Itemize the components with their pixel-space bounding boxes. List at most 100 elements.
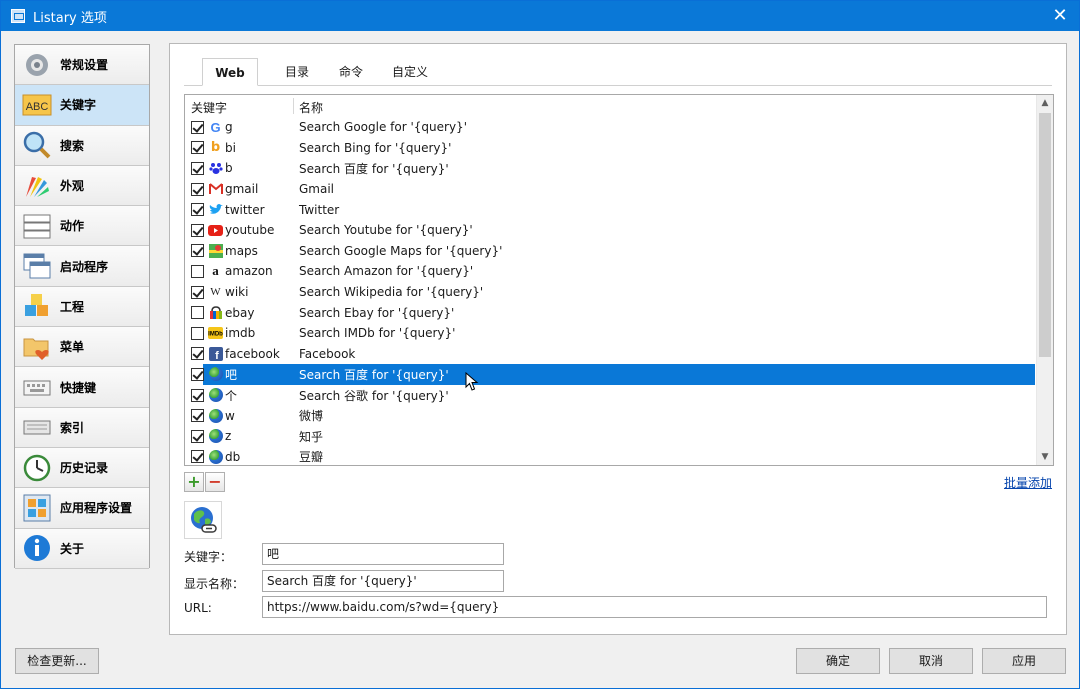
sidebar-item-label: 动作 — [60, 219, 85, 234]
sidebar-item-label: 应用程序设置 — [60, 501, 133, 516]
sidebar-item-1[interactable]: ABC 关键字 — [15, 85, 149, 126]
enable-checkbox[interactable] — [191, 244, 204, 258]
list-row[interactable]: Gg Search Google for '{query}' — [185, 117, 1035, 138]
enable-checkbox[interactable] — [191, 429, 204, 443]
enable-checkbox[interactable] — [191, 161, 204, 175]
row-name: Twitter — [299, 202, 340, 217]
enable-checkbox[interactable] — [191, 409, 204, 423]
list-row[interactable]: youtube Search Youtube for '{query}' — [185, 220, 1035, 241]
listary-app-icon — [11, 9, 25, 23]
row-keyword: 个 — [225, 388, 238, 403]
row-name: 豆瓣 — [299, 450, 324, 465]
row-keyword: amazon — [225, 264, 273, 279]
sidebar-item-3[interactable]: 外观 — [15, 165, 149, 207]
list-row[interactable]: ebay Search Ebay for '{query}' — [185, 302, 1035, 323]
enable-checkbox[interactable] — [191, 306, 204, 320]
list-row[interactable]: b bi Search Bing for '{query}' — [185, 138, 1035, 159]
list-row[interactable]: Wwiki Search Wikipedia for '{query}' — [185, 282, 1035, 303]
list-row[interactable]: IMDb imdb Search IMDb for '{query}' — [185, 323, 1035, 344]
column-header-keyword[interactable]: 关键字 — [191, 99, 227, 116]
globe-icon — [208, 388, 223, 403]
sidebar-item-label: 关键字 — [60, 98, 97, 113]
enable-checkbox[interactable] — [191, 120, 204, 134]
ok-button[interactable]: 确定 — [796, 648, 880, 674]
apply-button[interactable]: 应用 — [982, 648, 1066, 674]
enable-checkbox[interactable] — [191, 367, 204, 381]
cancel-button[interactable]: 取消 — [889, 648, 973, 674]
url-input[interactable]: https://www.baidu.com/s?wd={query} — [262, 596, 1047, 618]
enable-checkbox[interactable] — [191, 203, 204, 217]
row-keyword: wiki — [225, 285, 249, 300]
mouse-cursor-icon — [465, 372, 479, 391]
list-row[interactable]: twitter Twitter — [185, 199, 1035, 220]
sidebar-item-label: 历史记录 — [60, 461, 109, 476]
enable-checkbox[interactable] — [191, 285, 204, 299]
row-keyword: bi — [225, 140, 236, 155]
enable-checkbox[interactable] — [191, 347, 204, 361]
list-row[interactable]: z 知乎 — [185, 426, 1035, 447]
entry-icon-button[interactable] — [184, 501, 222, 539]
vertical-scrollbar[interactable]: ▲ ▼ — [1036, 95, 1053, 465]
row-name: Search Amazon for '{query}' — [299, 264, 474, 279]
title-bar[interactable]: Listary 选项 ✕ — [1, 1, 1079, 31]
close-icon[interactable]: ✕ — [1049, 5, 1071, 27]
enable-checkbox[interactable] — [191, 264, 204, 278]
sidebar-item-9[interactable]: 索引 — [15, 407, 149, 448]
list-row[interactable]: w 微博 — [185, 405, 1035, 426]
row-keyword: 吧 — [225, 367, 238, 382]
enable-checkbox[interactable] — [191, 182, 204, 196]
sidebar-item-0[interactable]: 常规设置 — [15, 45, 149, 86]
list-row[interactable]: db 豆瓣 — [185, 447, 1035, 466]
display-name-input[interactable]: Search 百度 for '{query}' — [262, 570, 504, 592]
display-name-label: 显示名称： — [184, 577, 245, 591]
sidebar-item-12[interactable]: 关于 — [15, 528, 149, 569]
sidebar-item-label: 常规设置 — [60, 58, 109, 73]
row-keyword: w — [225, 408, 235, 423]
column-divider[interactable] — [293, 98, 294, 114]
row-keyword: b — [225, 161, 233, 176]
batch-add-link[interactable]: 批量添加 — [1004, 474, 1052, 491]
list-row[interactable]: a amazon Search Amazon for '{query}' — [185, 261, 1035, 282]
sidebar-item-8[interactable]: 快捷键 — [15, 367, 149, 408]
list-row[interactable]: 吧 Search 百度 for '{query}' — [191, 364, 1035, 385]
list-row[interactable]: 个 Search 谷歌 for '{query}' — [185, 385, 1035, 406]
tab-directory[interactable]: 目录 — [272, 58, 322, 86]
list-row[interactable]: b Search 百度 for '{query}' — [185, 158, 1035, 179]
sidebar-item-4[interactable]: 动作 — [15, 206, 149, 247]
sidebar-item-5[interactable]: 启动程序 — [15, 246, 149, 287]
list-row[interactable]: gmail Gmail — [185, 179, 1035, 200]
keyword-list[interactable]: 关键字 名称 Gg Search Google for '{query}' b bi S… — [184, 94, 1054, 466]
enable-checkbox[interactable] — [191, 450, 204, 464]
row-keyword: maps — [225, 243, 258, 258]
list-row[interactable]: maps Search Google Maps for '{query}' — [185, 241, 1035, 262]
action-icon — [22, 211, 52, 241]
sidebar-item-10[interactable]: 历史记录 — [15, 447, 149, 489]
imdb-icon: IMDb — [208, 326, 223, 341]
list-row[interactable]: f facebook Facebook — [185, 344, 1035, 365]
tab-command[interactable]: 命令 — [326, 58, 376, 86]
scroll-down-icon[interactable]: ▼ — [1037, 449, 1053, 465]
column-header-name[interactable]: 名称 — [299, 99, 323, 116]
enable-checkbox[interactable] — [191, 326, 204, 340]
row-keyword: g — [225, 120, 233, 135]
row-name: Search IMDb for '{query}' — [299, 326, 456, 341]
enable-checkbox[interactable] — [191, 141, 204, 155]
sidebar-item-2[interactable]: 搜索 — [15, 125, 149, 166]
tab-web[interactable]: Web — [202, 58, 258, 86]
sidebar-item-6[interactable]: 工程 — [15, 286, 149, 328]
tab-custom[interactable]: 自定义 — [382, 58, 438, 86]
check-update-button[interactable]: 检查更新... — [15, 648, 99, 674]
scroll-up-icon[interactable]: ▲ — [1037, 95, 1053, 111]
keyword-input[interactable]: 吧 — [262, 543, 504, 565]
globe-icon — [208, 449, 223, 464]
enable-checkbox[interactable] — [191, 388, 204, 402]
scroll-thumb[interactable] — [1039, 113, 1051, 357]
sidebar-item-7[interactable]: 菜单 — [15, 327, 149, 368]
window-title: Listary 选项 — [33, 10, 107, 26]
add-button[interactable]: + — [184, 472, 204, 492]
enable-checkbox[interactable] — [191, 223, 204, 237]
windows-icon — [22, 251, 52, 281]
sidebar-item-11[interactable]: 应用程序设置 — [15, 488, 149, 529]
remove-button[interactable]: − — [205, 472, 225, 492]
row-name: 知乎 — [299, 429, 324, 444]
